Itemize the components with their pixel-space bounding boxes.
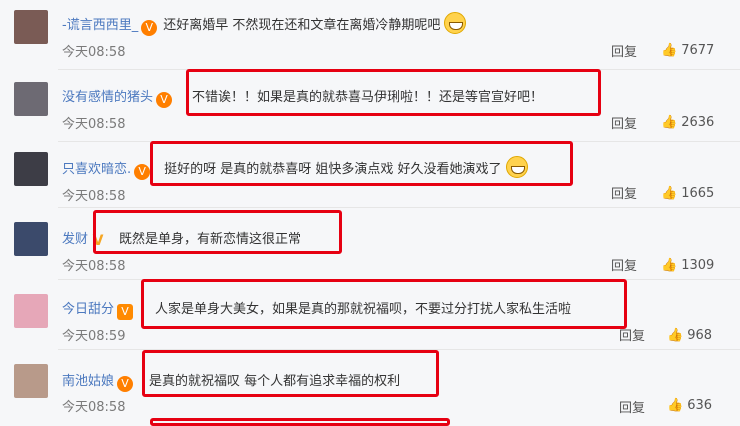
comment-text: 还好离婚早 不然现在还和文章在离婚冷静期呢吧: [163, 18, 441, 33]
username-link[interactable]: 只喜欢暗恋.: [62, 162, 131, 177]
reply-button[interactable]: 回复: [611, 41, 637, 60]
like-count: 7677: [681, 43, 715, 58]
like-count: 2636: [681, 115, 715, 130]
comment-text: 不错诶！！如果是真的就恭喜马伊琍啦！！还是等官宣好吧！: [192, 90, 544, 105]
like-button[interactable]: 👍 7677: [661, 43, 714, 58]
avatar[interactable]: [14, 10, 48, 44]
thumbs-up-icon: 👍: [667, 328, 684, 343]
vip-badge-icon: V: [156, 92, 173, 108]
like-button[interactable]: 👍 1309: [661, 258, 714, 273]
comment-row-5: 今日甜分 V 人家是单身大美女，如果是真的那就祝福呗，不要过分打扰人家私生活啦 今天…: [0, 280, 740, 350]
comment-row-1: -谎言西西里_ V 还好离婚早 不然现在还和文章在离婚冷静期呢吧 今天08:58 回…: [0, 0, 740, 70]
verified-badge-icon: V: [92, 233, 104, 249]
vip-badge-icon: V: [117, 376, 134, 392]
comment-text: 是真的就祝福叹 每个人都有追求幸福的权利: [149, 374, 401, 389]
thumbs-up-icon: 👍: [661, 258, 678, 273]
avatar[interactable]: [14, 294, 48, 328]
comment-time: 今天08:58: [62, 400, 126, 415]
thumbs-up-icon: 👍: [667, 398, 684, 413]
reply-button[interactable]: 回复: [619, 397, 645, 416]
comment-text: 既然是单身，有新恋情这很正常: [119, 232, 302, 247]
reply-button[interactable]: 回复: [611, 113, 637, 132]
comment-time: 今天08:58: [62, 45, 126, 60]
avatar[interactable]: [14, 364, 48, 398]
username-link[interactable]: 没有感情的猪头: [62, 90, 153, 105]
username-link[interactable]: 今日甜分: [62, 302, 114, 317]
like-button[interactable]: 👍 636: [667, 398, 712, 413]
comment-time: 今天08:58: [62, 117, 126, 132]
vip-badge-icon: V: [117, 304, 134, 320]
comment-row-3: 只喜欢暗恋. V 挺好的呀 是真的就恭喜呀 姐快多演点戏 好久没看她演戏了 今天08…: [0, 142, 740, 208]
comment-time: 今天08:59: [62, 329, 126, 344]
avatar[interactable]: [14, 82, 48, 116]
thumbs-up-icon: 👍: [661, 115, 678, 130]
reply-button[interactable]: 回复: [611, 183, 637, 202]
like-button[interactable]: 👍 1665: [661, 186, 714, 201]
comment-time: 今天08:58: [62, 189, 126, 204]
thumbs-up-icon: 👍: [661, 43, 678, 58]
username-link[interactable]: -谎言西西里_: [62, 18, 138, 33]
grin-emoji: [444, 12, 467, 34]
like-count: 968: [687, 328, 713, 343]
like-button[interactable]: 👍 2636: [661, 115, 714, 130]
username-link[interactable]: 发财: [62, 232, 88, 247]
thumbs-up-icon: 👍: [661, 186, 678, 201]
like-count: 1309: [681, 258, 715, 273]
comment-row-2: 没有感情的猪头 V 不错诶！！如果是真的就恭喜马伊琍啦！！还是等官宣好吧！ 今天08…: [0, 70, 740, 142]
reply-button[interactable]: 回复: [619, 325, 645, 344]
reply-button[interactable]: 回复: [611, 255, 637, 274]
comment-text: 挺好的呀 是真的就恭喜呀 姐快多演点戏 好久没看她演戏了: [164, 162, 502, 177]
fear-emoji: [505, 156, 528, 178]
like-count: 636: [687, 398, 713, 413]
like-count: 1665: [681, 186, 715, 201]
comment-row-4: 发财 V 既然是单身，有新恋情这很正常 今天08:58 回复 👍 1309: [0, 208, 740, 280]
like-button[interactable]: 👍 968: [667, 328, 712, 343]
username-link[interactable]: 南池姑娘: [62, 374, 114, 389]
comment-row-6: 南池姑娘 V 是真的就祝福叹 每个人都有追求幸福的权利 今天08:58 回复 👍 63…: [0, 350, 740, 422]
avatar[interactable]: [14, 152, 48, 186]
comment-text: 人家是单身大美女，如果是真的那就祝福呗，不要过分打扰人家私生活啦: [155, 302, 572, 317]
vip-badge-icon: V: [141, 20, 158, 36]
vip-badge-icon: V: [134, 164, 151, 180]
avatar[interactable]: [14, 222, 48, 256]
comment-time: 今天08:58: [62, 259, 126, 274]
